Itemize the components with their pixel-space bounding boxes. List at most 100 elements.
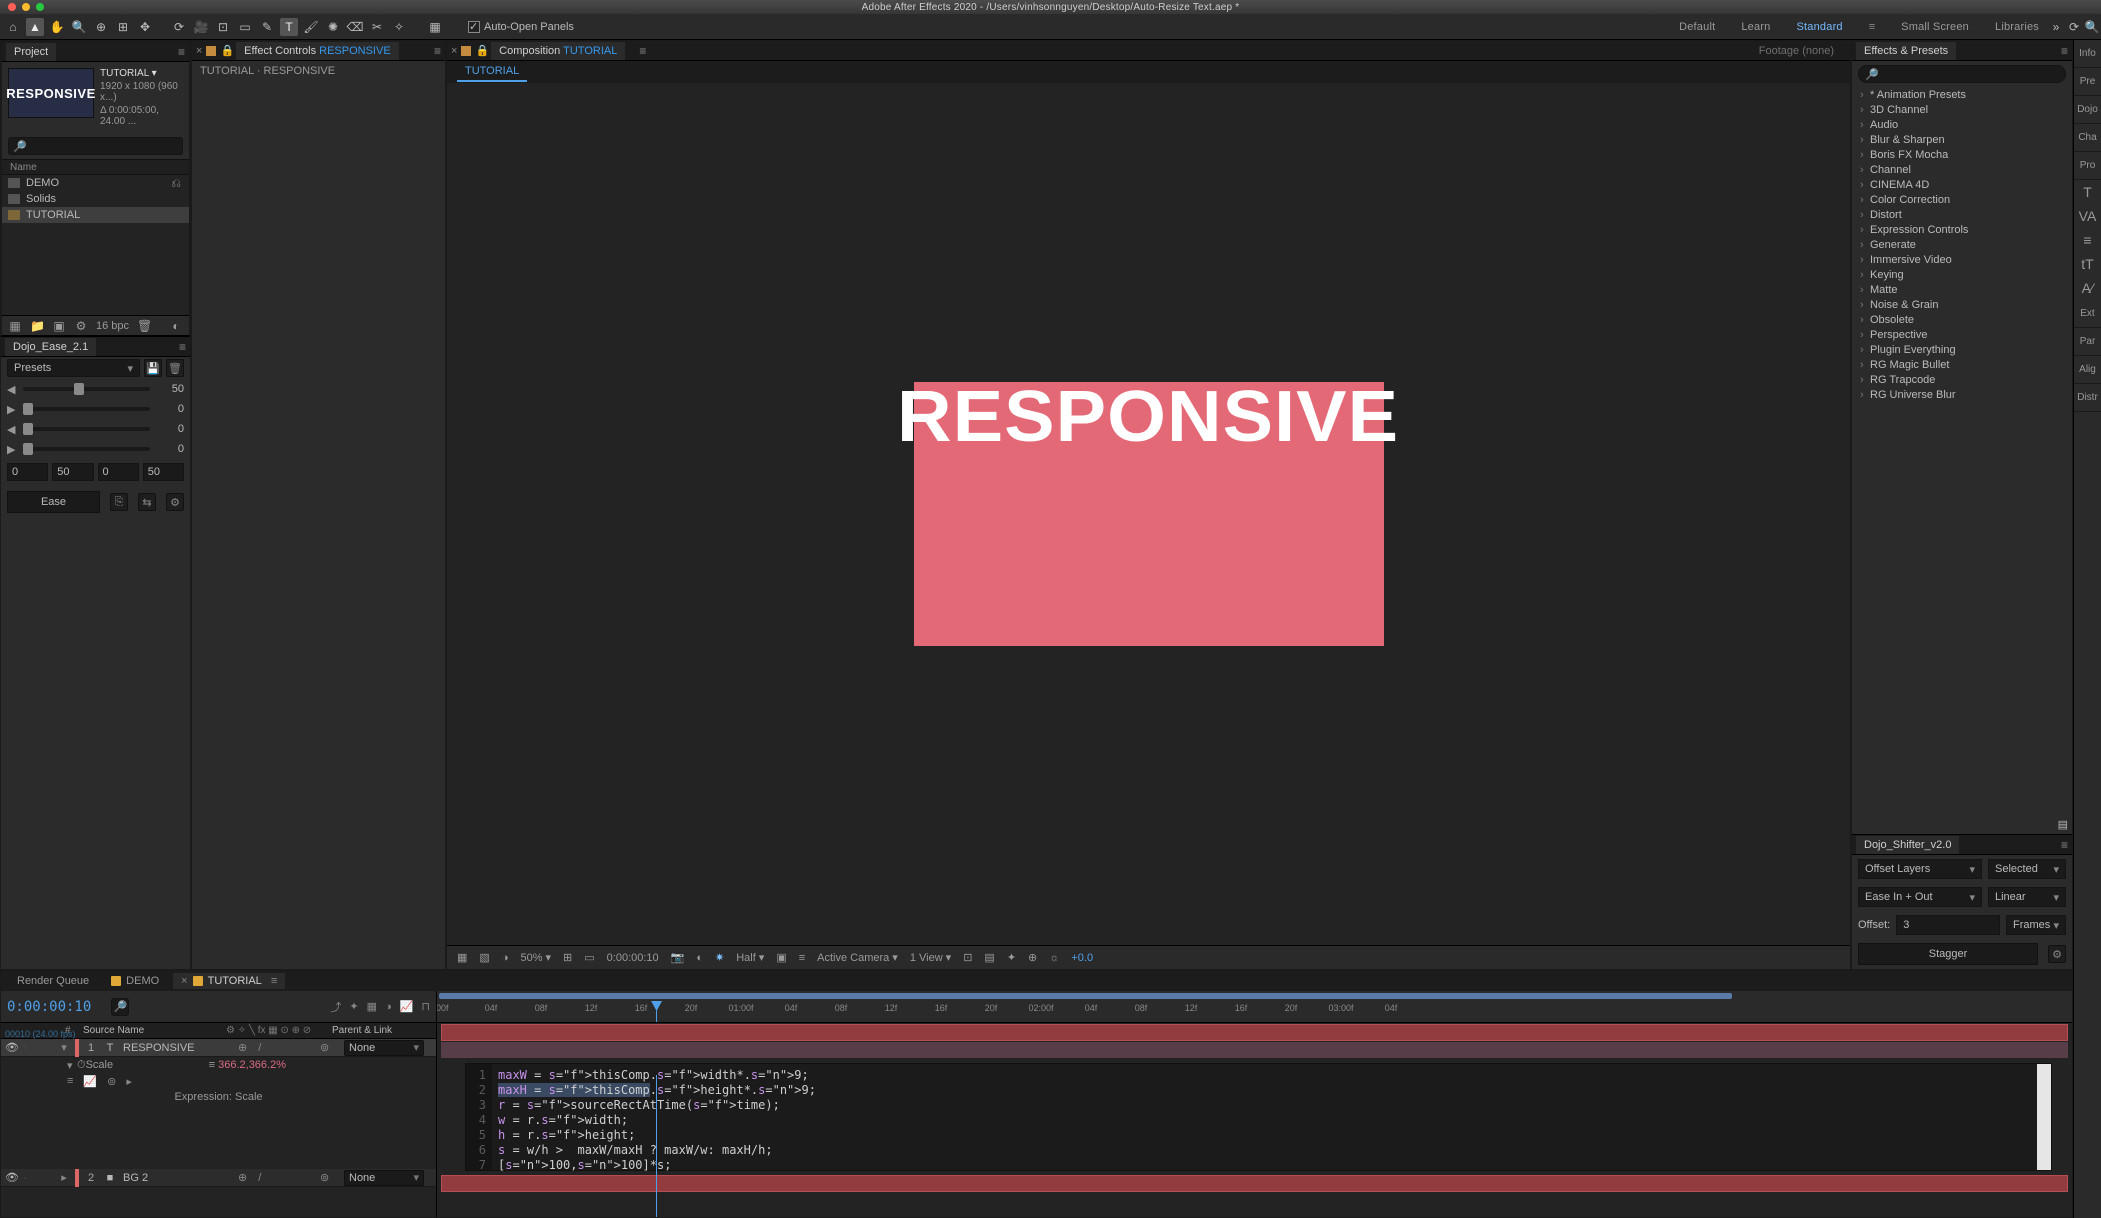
dojo-ease-delete-icon[interactable]: 🗑	[166, 359, 184, 377]
pickwhip-icon[interactable]: ⊚	[320, 1171, 338, 1184]
ease-slider[interactable]: ▶0	[1, 399, 190, 419]
collapsed-tab[interactable]: Distr	[2074, 384, 2101, 412]
bpc-toggle[interactable]: 16 bpc	[96, 320, 129, 332]
rotate-icon[interactable]: ⟳	[170, 18, 188, 36]
workspace-learn[interactable]: Learn	[1741, 17, 1770, 37]
layer-bar-bg2[interactable]	[441, 1175, 2068, 1192]
always-preview-icon[interactable]: ▦	[455, 951, 469, 964]
rect-icon[interactable]: ▭	[236, 18, 254, 36]
tab-footage[interactable]: Footage (none)	[1751, 42, 1842, 60]
transparency-icon[interactable]: ▧	[477, 951, 491, 964]
collapsed-tab[interactable]: Info	[2074, 40, 2101, 68]
puppet-icon[interactable]: ✧	[390, 18, 408, 36]
anchor-icon[interactable]: ✥	[136, 18, 154, 36]
zoom-icon[interactable]: 🔍	[70, 18, 88, 36]
collapsed-tab[interactable]: Pro	[2074, 152, 2101, 180]
ds-curve-dropdown[interactable]: Linear▾	[1988, 887, 2066, 907]
res-grid-icon[interactable]: ⊞	[561, 951, 574, 964]
ep-category[interactable]: › Channel	[1852, 162, 2072, 177]
clone-icon[interactable]: ✺	[324, 18, 342, 36]
ds-scope-dropdown[interactable]: Selected▾	[1988, 859, 2066, 879]
close-panel-icon[interactable]: ×	[451, 45, 457, 57]
panel-menu-icon[interactable]: ≡	[271, 975, 277, 987]
ds-mode-dropdown[interactable]: Offset Layers▾	[1858, 859, 1982, 879]
char-tool-icon[interactable]: A⁄	[2074, 276, 2101, 300]
eraser-icon[interactable]: ⌫	[346, 18, 364, 36]
timeline-tab[interactable]: DEMO	[103, 973, 167, 989]
ep-category[interactable]: › Blur & Sharpen	[1852, 132, 2072, 147]
ease-mini-input[interactable]: 50	[143, 463, 184, 481]
ep-category[interactable]: › Audio	[1852, 117, 2072, 132]
dojo-ease-save-icon[interactable]: 💾	[144, 359, 162, 377]
collapsed-tab[interactable]: Cha	[2074, 124, 2101, 152]
layer-switches[interactable]: ⊕ /	[238, 1171, 314, 1184]
show-channel-icon[interactable]: ◐	[694, 952, 705, 964]
ep-category[interactable]: › Immersive Video	[1852, 252, 2072, 267]
layer-name[interactable]: BG 2	[123, 1172, 232, 1184]
scrollbar[interactable]	[2037, 1064, 2051, 1170]
ds-offset-unit-dropdown[interactable]: Frames▾	[2006, 915, 2066, 935]
ep-category[interactable]: › Expression Controls	[1852, 222, 2072, 237]
ep-category[interactable]: › Boris FX Mocha	[1852, 147, 2072, 162]
project-item[interactable]: Solids	[2, 191, 189, 207]
parent-dropdown[interactable]: None ▾	[344, 1170, 424, 1186]
ds-panel-menu-icon[interactable]: ≡	[2061, 838, 2068, 852]
views-dropdown[interactable]: 1 View ▾	[908, 951, 953, 964]
tl-mb-icon[interactable]: ◑	[385, 1001, 392, 1013]
col-source-name[interactable]: Source Name	[77, 1025, 226, 1036]
brush-icon[interactable]: 🖌	[302, 18, 320, 36]
snapshot-icon[interactable]: 📷	[669, 951, 687, 964]
twirl-icon[interactable]: ▸	[59, 1171, 69, 1184]
ep-category[interactable]: › Keying	[1852, 267, 2072, 282]
project-header-name[interactable]: Name	[2, 159, 189, 175]
color-mgmt-icon[interactable]: ✷	[713, 951, 726, 964]
label-color[interactable]	[75, 1039, 79, 1057]
timeline-search-input[interactable]: 🔎	[111, 998, 129, 1016]
ease-slider[interactable]: ◀50	[1, 379, 190, 399]
ease-mini-input[interactable]: 0	[98, 463, 139, 481]
trash-icon[interactable]: 🗑	[137, 319, 151, 333]
auto-open-panels-checkbox[interactable]: Auto-Open Panels	[468, 21, 574, 33]
project-list[interactable]: DEMO⎌SolidsTUTORIAL	[2, 175, 189, 315]
stagger-button[interactable]: Stagger	[1858, 943, 2038, 965]
eye-icon[interactable]: 👁	[5, 1041, 17, 1054]
dojo-ease-menu-icon[interactable]: ≡	[179, 340, 186, 354]
pixel-aspect-icon[interactable]: ⊡	[961, 951, 974, 964]
twirl-icon[interactable]: ▾	[59, 1041, 69, 1054]
renderer-icon[interactable]: ✦	[1005, 951, 1018, 964]
solo-panel-icon[interactable]	[206, 46, 216, 56]
ds-gear-icon[interactable]: ⚙	[2048, 945, 2066, 963]
timeline-ruler[interactable]: :00f04f08f12f16f20f01:00f04f08f12f16f20f…	[437, 991, 2072, 1023]
viewer-time[interactable]: 0:00:00:10	[605, 952, 661, 964]
comp-mini-tab[interactable]: TUTORIAL	[457, 62, 527, 82]
workspace-default[interactable]: Default	[1679, 17, 1715, 37]
fx-panel-menu-icon[interactable]: ≡	[434, 44, 441, 58]
lock-icon[interactable]: 🔒	[220, 44, 234, 57]
roto-icon[interactable]: ✂	[368, 18, 386, 36]
tab-dojo-shifter[interactable]: Dojo_Shifter_v2.0	[1856, 836, 1959, 854]
expr-enable-icon[interactable]: ≡	[67, 1075, 73, 1087]
cam-icon[interactable]: 🎥	[192, 18, 210, 36]
orbit-icon[interactable]: ⊕	[92, 18, 110, 36]
workspace-libraries[interactable]: Libraries	[1995, 17, 2039, 37]
timeline-tab[interactable]: ×TUTORIAL≡	[173, 973, 285, 989]
ep-panel-menu-icon[interactable]: ≡	[2061, 44, 2068, 58]
ep-category[interactable]: › RG Universe Blur	[1852, 387, 2072, 402]
adjust-icon[interactable]: ⚙	[74, 319, 88, 333]
selection-icon[interactable]: ▲	[26, 18, 44, 36]
lock-icon[interactable]: ·	[23, 1172, 35, 1184]
effects-presets-tree[interactable]: › * Animation Presets› 3D Channel› Audio…	[1852, 87, 2072, 818]
workspace-small-screen[interactable]: Small Screen	[1901, 17, 1969, 37]
solo-panel-icon[interactable]	[461, 46, 471, 56]
expo-icon[interactable]: ☼	[1047, 952, 1061, 964]
tl-shy-icon[interactable]: ⤴	[330, 999, 341, 1015]
tl-graph-icon[interactable]: 📈	[400, 1000, 414, 1013]
render-settings-icon[interactable]: ⊕	[1026, 951, 1039, 964]
draft3d-icon[interactable]: ▤	[982, 951, 996, 964]
ease-mini-input[interactable]: 50	[52, 463, 93, 481]
ep-category[interactable]: › Noise & Grain	[1852, 297, 2072, 312]
twirl-icon[interactable]: ▾	[67, 1059, 77, 1072]
ep-category[interactable]: › Plugin Everything	[1852, 342, 2072, 357]
home-icon[interactable]: ⌂	[4, 18, 22, 36]
char-tool-icon[interactable]: tT	[2074, 252, 2101, 276]
